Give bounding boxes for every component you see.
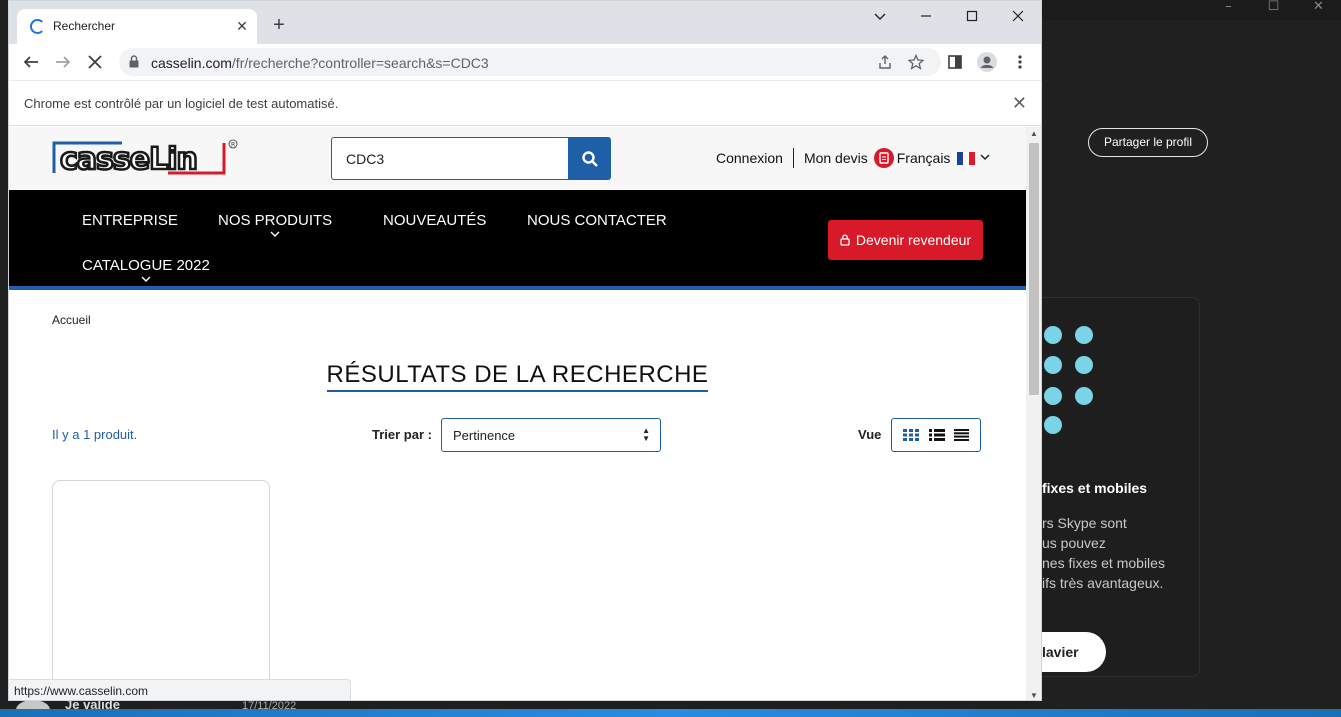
- stop-loading-icon[interactable]: [81, 48, 109, 76]
- grid-view-icon[interactable]: [902, 429, 920, 441]
- tab-strip: Rechercher ✕ +: [9, 1, 1041, 44]
- close-icon[interactable]: ✕: [1296, 0, 1341, 20]
- url-path: /fr/recherche?controller=search&s=CDC3: [231, 55, 489, 71]
- url-text: casselin.com/fr/recherche?controller=sea…: [151, 55, 489, 71]
- status-bar-url: https://www.casselin.com: [9, 679, 351, 700]
- svg-text:casseLin: casseLin: [60, 142, 197, 177]
- scroll-up-icon[interactable]: ▲: [1030, 129, 1038, 138]
- close-window-icon[interactable]: [995, 1, 1041, 31]
- nav-nos-produits[interactable]: NOS PRODUITS: [218, 212, 333, 237]
- sort-select[interactable]: Pertinence ▲ ▼: [441, 418, 661, 452]
- feature-desc-line: rs Skype sont: [1042, 515, 1127, 531]
- tab-title: Rechercher: [53, 19, 116, 33]
- revendeur-label: Devenir revendeur: [855, 232, 972, 248]
- skype-window: – ☐ ✕ Partager le profil fixes et mobile…: [1042, 0, 1341, 717]
- lock-icon: [840, 234, 850, 246]
- feature-title: fixes et mobiles: [1042, 480, 1148, 496]
- site-header: casseLin R CDC3 Connexion Mon devis Fran…: [9, 127, 1026, 190]
- profile-avatar-icon[interactable]: [973, 48, 1001, 76]
- feature-desc-line: ifs très avantageux.: [1042, 575, 1164, 591]
- view-label: Vue: [858, 427, 882, 442]
- automation-infobar: Chrome est contrôlé par un logiciel de t…: [9, 80, 1041, 126]
- loading-spinner-icon: [30, 19, 45, 34]
- product-count: Il y a 1 produit.: [52, 427, 138, 442]
- browser-toolbar: casselin.com/fr/recherche?controller=sea…: [9, 44, 1041, 80]
- select-arrows-icon: ▲ ▼: [642, 426, 650, 443]
- window-controls: [857, 1, 1041, 31]
- svg-text:R: R: [231, 142, 235, 149]
- browser-window: Rechercher ✕ + casselin.com/fr/recherche…: [8, 0, 1042, 701]
- nav-label: CATALOGUE 2022: [82, 257, 210, 274]
- divider: [792, 148, 794, 168]
- url-host: casselin.com: [151, 55, 232, 71]
- search-input[interactable]: CDC3: [331, 137, 569, 180]
- nav-nous-contacter[interactable]: NOUS CONTACTER: [527, 212, 667, 229]
- tab-search-icon[interactable]: [857, 1, 903, 31]
- page-title-text: RÉSULTATS DE LA RECHERCHE: [326, 361, 709, 392]
- bookmark-star-icon[interactable]: [908, 54, 924, 70]
- new-tab-icon[interactable]: +: [267, 13, 291, 37]
- skype-window-controls: – ☐ ✕: [1206, 0, 1341, 20]
- lock-icon: [129, 55, 139, 68]
- maximize-icon[interactable]: [949, 1, 995, 31]
- sort-value: Pertinence: [453, 428, 516, 443]
- devis-icon[interactable]: [873, 148, 894, 168]
- tab-close-icon[interactable]: ✕: [233, 17, 251, 35]
- search-button[interactable]: [568, 137, 611, 180]
- casselin-logo[interactable]: casseLin R: [52, 139, 238, 177]
- page-viewport: casseLin R CDC3 Connexion Mon devis Fran…: [9, 127, 1026, 700]
- share-profile-button[interactable]: Partager le profil: [1088, 128, 1208, 157]
- forward-icon[interactable]: [49, 48, 77, 76]
- back-icon[interactable]: [17, 48, 45, 76]
- nav-catalogue[interactable]: CATALOGUE 2022: [82, 257, 210, 282]
- feature-desc-line: us pouvez: [1042, 535, 1106, 551]
- nav-entreprise[interactable]: ENTREPRISE: [82, 212, 178, 229]
- minimize-icon[interactable]: [903, 1, 949, 31]
- minimize-icon[interactable]: –: [1206, 0, 1251, 20]
- menu-kebab-icon[interactable]: [1006, 48, 1034, 76]
- side-panel-icon[interactable]: [941, 48, 969, 76]
- page-scrollbar[interactable]: ▲ ▼: [1026, 127, 1041, 700]
- keypad-button[interactable]: lavier: [1042, 632, 1106, 672]
- list-view-icon[interactable]: [928, 429, 945, 441]
- feature-description: rs Skype sont us pouvez nes fixes et mob…: [1042, 513, 1165, 593]
- compact-list-icon[interactable]: [954, 429, 970, 441]
- taskbar: [0, 709, 1341, 717]
- address-bar[interactable]: casselin.com/fr/recherche?controller=sea…: [119, 48, 941, 76]
- devenir-revendeur-button[interactable]: Devenir revendeur: [828, 220, 983, 260]
- product-card[interactable]: [52, 480, 270, 700]
- header-links: Connexion Mon devis Français: [716, 147, 990, 169]
- french-flag-icon: [957, 151, 976, 165]
- breadcrumb[interactable]: Accueil: [52, 313, 91, 327]
- nav-label: NOS PRODUITS: [218, 212, 333, 229]
- language-selector[interactable]: Français: [897, 150, 951, 166]
- chevron-down-icon: [141, 274, 151, 284]
- nav-nouveautes[interactable]: NOUVEAUTÉS: [383, 212, 486, 229]
- mon-devis-link[interactable]: Mon devis: [804, 150, 868, 166]
- infobar-message: Chrome est contrôlé par un logiciel de t…: [24, 96, 339, 111]
- dialpad-icon: [1044, 326, 1104, 436]
- sort-label: Trier par :: [372, 427, 432, 442]
- scroll-down-icon[interactable]: ▼: [1030, 691, 1038, 700]
- connexion-link[interactable]: Connexion: [716, 150, 783, 166]
- scrollbar-thumb[interactable]: [1029, 143, 1039, 395]
- feature-desc-line: nes fixes et mobiles: [1042, 555, 1165, 571]
- share-icon[interactable]: [877, 54, 893, 70]
- maximize-icon[interactable]: ☐: [1251, 0, 1296, 20]
- chevron-down-icon: [270, 229, 280, 239]
- infobar-close-icon[interactable]: ✕: [1012, 93, 1027, 114]
- site-search: CDC3: [331, 137, 611, 180]
- view-toggle: [891, 418, 981, 452]
- page-title: RÉSULTATS DE LA RECHERCHE: [9, 361, 1026, 392]
- chevron-down-icon[interactable]: [980, 153, 990, 164]
- tab-rechercher[interactable]: Rechercher ✕: [17, 9, 257, 44]
- main-navigation: ENTREPRISE NOS PRODUITS NOUVEAUTÉS NOUS …: [9, 190, 1026, 290]
- search-icon: [581, 150, 598, 167]
